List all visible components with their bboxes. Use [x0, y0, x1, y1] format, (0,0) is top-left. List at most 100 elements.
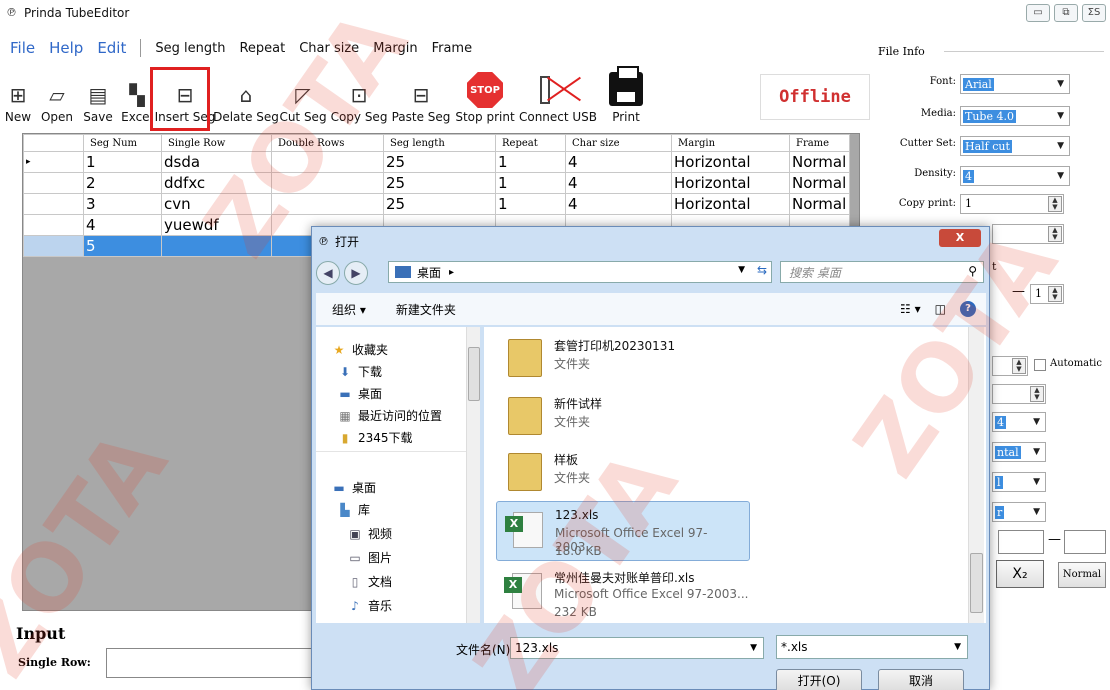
- col-seg-num[interactable]: Seg Num: [83, 134, 162, 152]
- new-folder-button[interactable]: 新建文件夹: [396, 301, 456, 318]
- stepper-arrows-icon[interactable]: ▲ ▼: [1012, 358, 1026, 374]
- list-item[interactable]: X 常州佳曼夫对账单普印.xls Microsoft Office Excel …: [496, 563, 750, 623]
- cancel-button[interactable]: 取消: [878, 669, 964, 690]
- col-seg-length[interactable]: Seg length: [383, 134, 496, 152]
- filename-input[interactable]: 123.xls ▼: [510, 637, 764, 659]
- stepper-arrows-icon[interactable]: ▲ ▼: [1030, 386, 1044, 402]
- open-button[interactable]: 打开(O): [776, 669, 862, 690]
- nav-library[interactable]: ▙ 库: [338, 501, 370, 518]
- save-button[interactable]: ▤ Save: [78, 70, 118, 124]
- stepper-arrows-icon[interactable]: ▲ ▼: [1048, 226, 1062, 242]
- cell-char-size[interactable]: 4: [565, 172, 672, 194]
- nav-2345-downloads[interactable]: ▮ 2345下载: [338, 429, 413, 446]
- dialog-close-button[interactable]: X: [939, 229, 981, 247]
- nav-recent[interactable]: ▦ 最近访问的位置: [338, 407, 442, 424]
- search-icon[interactable]: ⚲: [968, 264, 977, 278]
- partial-dropdown-1[interactable]: 4 ▼: [992, 412, 1046, 432]
- cell-seg-num[interactable]: 1: [83, 151, 162, 173]
- cell-frame[interactable]: Normal: [789, 193, 850, 215]
- cell-seg-length[interactable]: 25: [383, 151, 496, 173]
- cell-margin[interactable]: Horizontal: [671, 151, 790, 173]
- list-item[interactable]: 新件试样 文件夹: [496, 389, 750, 449]
- partial-stepper-2[interactable]: ▲ ▼: [992, 356, 1028, 376]
- col-margin[interactable]: Margin: [671, 134, 790, 152]
- cell-margin[interactable]: Horizontal: [671, 172, 790, 194]
- menu-edit[interactable]: Edit: [97, 39, 126, 57]
- col-char-size[interactable]: Char size: [565, 134, 672, 152]
- nav-music[interactable]: ♪ 音乐: [348, 597, 392, 614]
- menu-seg-length[interactable]: Seg length: [155, 41, 225, 56]
- cutter-dropdown[interactable]: Half cut ▼: [960, 136, 1070, 156]
- cell-double-rows[interactable]: [271, 172, 384, 194]
- col-double-rows[interactable]: Double Rows: [271, 134, 384, 152]
- copy-print-stepper[interactable]: 1 ▲ ▼: [960, 194, 1064, 214]
- chevron-down-icon[interactable]: ▼: [738, 265, 745, 275]
- cell-double-rows[interactable]: [271, 193, 384, 215]
- col-frame[interactable]: Frame: [789, 134, 850, 152]
- media-dropdown[interactable]: Tube 4.0 ▼: [960, 106, 1070, 126]
- font-dropdown[interactable]: Arial ▼: [960, 74, 1070, 94]
- stepper-arrows-icon[interactable]: ▲ ▼: [1048, 286, 1062, 302]
- new-button[interactable]: ⊞ New: [0, 70, 36, 124]
- address-bar[interactable]: 桌面 ▸ ▼ ⇆: [388, 261, 772, 283]
- view-options-icon[interactable]: ☷ ▾: [900, 302, 921, 316]
- preview-pane-icon[interactable]: ◫: [935, 302, 946, 316]
- normal-button[interactable]: Normal: [1058, 562, 1106, 588]
- cell-margin[interactable]: Horizontal: [671, 193, 790, 215]
- file-scrollbar[interactable]: [968, 327, 984, 623]
- delete-seg-button[interactable]: ⌂ Delate Seg: [213, 70, 279, 124]
- table-row[interactable]: 2 ddfxc 25 1 4 Horizontal Normal: [23, 172, 850, 194]
- list-item[interactable]: 套管打印机20230131 文件夹: [496, 331, 750, 391]
- single-row-input[interactable]: [106, 648, 316, 678]
- partial-dropdown-4[interactable]: r ▼: [992, 502, 1046, 522]
- partial-stepper-1[interactable]: ▲ ▼: [992, 224, 1064, 244]
- row-indicator[interactable]: ▸: [23, 151, 84, 173]
- automatic-checkbox[interactable]: [1034, 359, 1046, 371]
- chevron-down-icon[interactable]: ▼: [954, 636, 961, 658]
- row-header[interactable]: [23, 172, 84, 194]
- file-scrollbar-thumb[interactable]: [970, 553, 983, 613]
- maximize-button[interactable]: ⧉: [1054, 4, 1078, 22]
- forward-button[interactable]: ▶: [344, 261, 368, 285]
- table-row[interactable]: ▸ 1 dsda 25 1 4 Horizontal Normal: [23, 151, 850, 173]
- cell-single-row[interactable]: cvn: [161, 193, 272, 215]
- cell-seg-num[interactable]: 2: [83, 172, 162, 194]
- cell-seg-num[interactable]: 5: [83, 235, 162, 257]
- col-repeat[interactable]: Repeat: [495, 134, 566, 152]
- open-button[interactable]: ▱ Open: [36, 70, 78, 124]
- cell-repeat[interactable]: 1: [495, 172, 566, 194]
- close-button[interactable]: ΣS: [1082, 4, 1106, 22]
- menu-help[interactable]: Help: [49, 39, 83, 57]
- nav-downloads[interactable]: ⬇ 下载: [338, 363, 382, 380]
- cell-single-row[interactable]: yuewdf: [161, 214, 272, 236]
- density-dropdown[interactable]: 4 ▼: [960, 166, 1070, 186]
- cell-frame[interactable]: Normal: [789, 172, 850, 194]
- partial-stepper-3[interactable]: ▲ ▼: [992, 384, 1046, 404]
- row-header[interactable]: [23, 235, 84, 257]
- row-header[interactable]: [23, 193, 84, 215]
- chevron-down-icon[interactable]: ▼: [750, 638, 757, 658]
- copy-seg-button[interactable]: ⊡ Copy Seg: [328, 70, 390, 124]
- back-button[interactable]: ◀: [316, 261, 340, 285]
- table-row[interactable]: 3 cvn 25 1 4 Horizontal Normal: [23, 193, 850, 215]
- nav-scrollbar[interactable]: [466, 327, 480, 623]
- nav-desktop[interactable]: ▬ 桌面: [338, 385, 382, 402]
- cell-seg-num[interactable]: 3: [83, 193, 162, 215]
- menu-frame[interactable]: Frame: [432, 41, 473, 56]
- minimize-button[interactable]: ▭: [1026, 4, 1050, 22]
- print-button[interactable]: Print: [598, 66, 654, 124]
- cell-frame[interactable]: Normal: [789, 151, 850, 173]
- list-item-selected[interactable]: X 123.xls Microsoft Office Excel 97-2003…: [496, 501, 750, 561]
- help-icon[interactable]: ?: [960, 301, 976, 317]
- range-start-input[interactable]: [998, 530, 1044, 554]
- cell-single-row[interactable]: dsda: [161, 151, 272, 173]
- nav-favorites[interactable]: ★ 收藏夹: [332, 341, 388, 358]
- nav-documents[interactable]: ▯ 文档: [348, 573, 392, 590]
- nav-videos[interactable]: ▣ 视频: [348, 525, 392, 542]
- range-end-input[interactable]: [1064, 530, 1106, 554]
- organize-menu[interactable]: 组织 ▾: [332, 301, 366, 318]
- menu-repeat[interactable]: Repeat: [239, 41, 285, 56]
- subscript-button[interactable]: X₂: [996, 560, 1044, 588]
- list-item[interactable]: 样板 文件夹: [496, 445, 750, 505]
- nav-pictures[interactable]: ▭ 图片: [348, 549, 392, 566]
